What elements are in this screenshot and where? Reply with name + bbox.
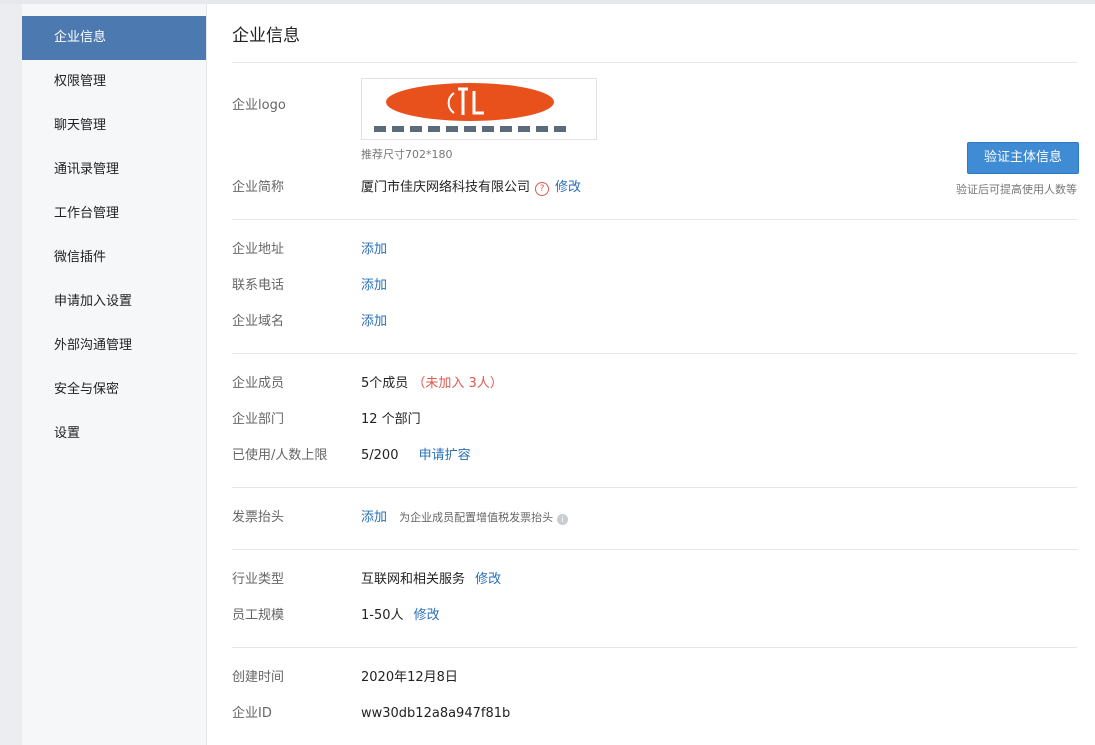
members-pending[interactable]: （未加入 3人） [412, 376, 502, 391]
created-value: 2020年12月8日 [361, 670, 458, 685]
add-invoice-link[interactable]: 添加 [361, 510, 387, 525]
logo-image [372, 83, 572, 134]
sidebar-item-join-settings[interactable]: 申请加入设置 [22, 280, 206, 324]
short-name-value-group: 厦门市佳庆网络科技有限公司? 修改 [361, 178, 581, 198]
logo-label: 企业logo [232, 98, 286, 113]
divider [232, 549, 1077, 550]
phone-label: 联系电话 [232, 278, 285, 293]
apply-expansion-link[interactable]: 申请扩容 [419, 448, 471, 463]
corp-id-label: 企业ID [232, 706, 272, 721]
sidebar-item-workbench[interactable]: 工作台管理 [22, 192, 206, 236]
logo-size-hint: 推荐尺寸702*180 [361, 148, 453, 161]
created-label: 创建时间 [232, 670, 285, 685]
page-title: 企业信息 [232, 26, 300, 46]
scale-value: 1-50人 [361, 608, 404, 623]
main-panel: 企业信息 企业logo 推荐尺寸702*180 验证主体信息 验证后可提高使用人… [207, 4, 1095, 745]
page: 企业信息 权限管理 聊天管理 通讯录管理 工作台管理 微信插件 申请加入设置 外… [0, 0, 1095, 745]
sidebar-item-external-comm[interactable]: 外部沟通管理 [22, 324, 206, 368]
divider [232, 487, 1077, 488]
invoice-value-group: 添加 为企业成员配置增值税发票抬头 i [361, 508, 569, 528]
verify-tip: 验证后可提高使用人数等 [956, 183, 1077, 196]
corp-id-value: ww30db12a8a947f81b [361, 706, 511, 721]
scale-label: 员工规模 [232, 608, 285, 623]
edit-scale-link[interactable]: 修改 [414, 608, 440, 623]
industry-label: 行业类型 [232, 572, 285, 587]
add-phone-link[interactable]: 添加 [361, 276, 387, 296]
company-logo[interactable] [361, 78, 597, 140]
sidebar-item-company-info[interactable]: 企业信息 [22, 16, 206, 60]
invoice-label: 发票抬头 [232, 510, 285, 525]
divider [232, 219, 1077, 220]
address-label: 企业地址 [232, 242, 285, 257]
members-count: 5个成员 [361, 376, 409, 391]
short-name-label: 企业简称 [232, 180, 285, 195]
sidebar-item-permissions[interactable]: 权限管理 [22, 60, 206, 104]
industry-value-group: 互联网和相关服务 修改 [361, 570, 501, 590]
members-label: 企业成员 [232, 376, 285, 391]
info-icon[interactable]: i [557, 514, 569, 525]
edit-industry-link[interactable]: 修改 [475, 572, 501, 587]
usage-label: 已使用/人数上限 [232, 448, 328, 463]
divider [232, 62, 1077, 63]
divider [232, 353, 1077, 354]
departments-label: 企业部门 [232, 412, 285, 427]
sidebar: 企业信息 权限管理 聊天管理 通讯录管理 工作台管理 微信插件 申请加入设置 外… [22, 4, 207, 745]
short-name-value: 厦门市佳庆网络科技有限公司 [361, 180, 531, 195]
edit-short-name-link[interactable]: 修改 [555, 180, 581, 195]
sidebar-item-chat[interactable]: 聊天管理 [22, 104, 206, 148]
sidebar-item-security[interactable]: 安全与保密 [22, 368, 206, 412]
sidebar-item-settings[interactable]: 设置 [22, 412, 206, 456]
industry-value: 互联网和相关服务 [361, 572, 466, 587]
usage-value-group: 5/200 申请扩容 [361, 446, 471, 466]
sidebar-item-contacts[interactable]: 通讯录管理 [22, 148, 206, 192]
add-domain-link[interactable]: 添加 [361, 312, 387, 332]
question-circle-icon[interactable]: ? [535, 182, 550, 196]
departments-count: 12 个部门 [361, 412, 421, 427]
verify-entity-button[interactable]: 验证主体信息 [967, 142, 1079, 174]
invoice-hint: 为企业成员配置增值税发票抬头 [399, 511, 554, 524]
divider [232, 647, 1077, 648]
add-address-link[interactable]: 添加 [361, 240, 387, 260]
members-value-group: 5个成员 （未加入 3人） [361, 374, 503, 394]
domain-label: 企业域名 [232, 314, 285, 329]
sidebar-item-wechat-plugin[interactable]: 微信插件 [22, 236, 206, 280]
usage-value: 5/200 [361, 448, 399, 463]
scale-value-group: 1-50人 修改 [361, 606, 440, 626]
